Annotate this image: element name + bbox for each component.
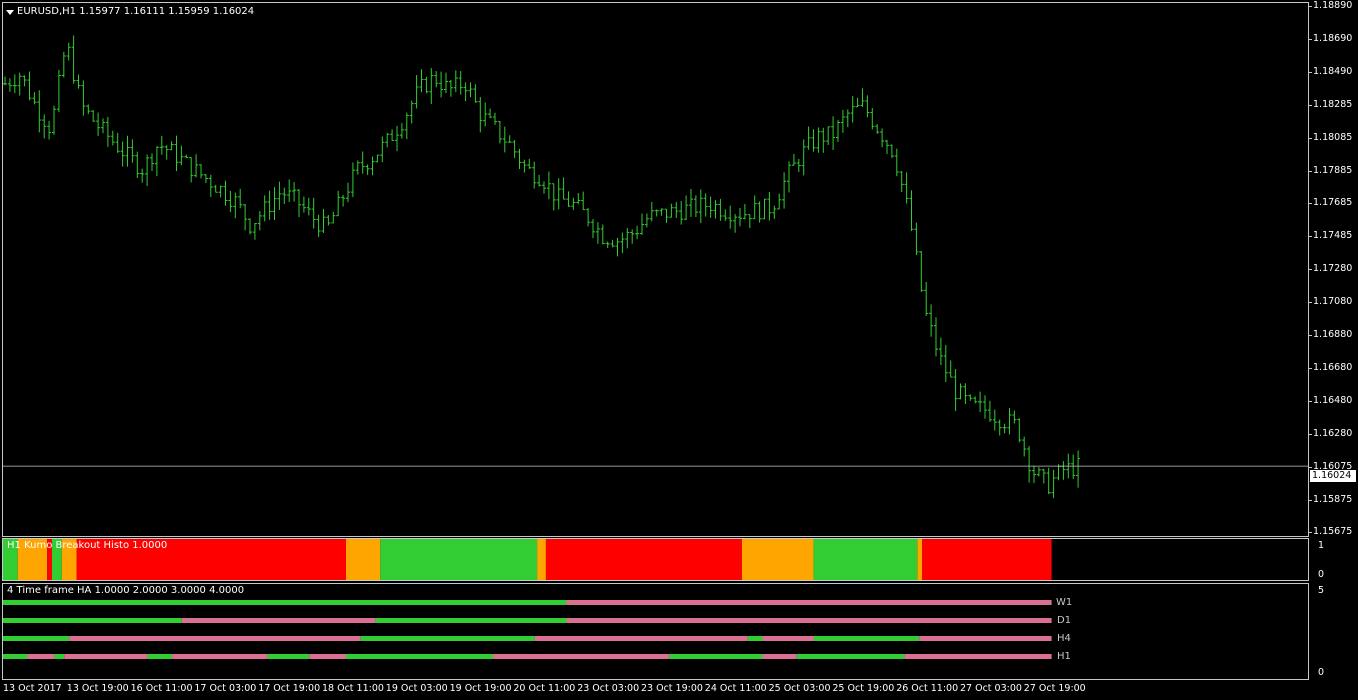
- tf-row-label-h4: H4: [1057, 633, 1071, 644]
- price-tick-label: 1.16480: [1308, 394, 1353, 406]
- histo-segment: [545, 539, 742, 580]
- price-tick-label: 1.18890: [1308, 0, 1353, 11]
- tf-row-label-h1: H1: [1057, 651, 1071, 662]
- histo-segment: [380, 539, 538, 580]
- histo-scale-bottom: 0: [1318, 569, 1325, 580]
- time-tick-label: 27 Oct 03:00: [960, 683, 1022, 694]
- tf-segment-h1: [762, 654, 797, 659]
- time-tick-label: 24 Oct 11:00: [704, 683, 767, 694]
- price-tick-label: 1.17280: [1308, 263, 1353, 275]
- tf-segment-h4: [813, 636, 920, 641]
- time-tick-label: 27 Oct 19:00: [1023, 683, 1086, 694]
- tf-segment-h1: [172, 654, 268, 659]
- price-tick-label: 1.17685: [1308, 197, 1353, 209]
- price-tick-label: 1.16280: [1308, 427, 1353, 439]
- timeframe-ha-pane[interactable]: 4 Time frame HA 1.0000 2.0000 3.0000 4.0…: [2, 583, 1309, 680]
- price-tick-label: 1.17885: [1308, 164, 1353, 176]
- time-tick-label: 17 Oct 03:00: [194, 683, 257, 694]
- time-tick-label: 19 Oct 03:00: [385, 683, 448, 694]
- timeframe-rows: [3, 600, 1052, 659]
- tf-scale-top: 5: [1318, 585, 1325, 596]
- histo-segment: [741, 539, 814, 580]
- time-tick-label: 16 Oct 11:00: [130, 683, 193, 694]
- current-price-marker: 1.16024: [1310, 470, 1356, 482]
- histo-segment: [917, 539, 923, 580]
- time-tick-label: 20 Oct 11:00: [513, 683, 576, 694]
- time-tick-label: 13 Oct 2017: [3, 683, 62, 694]
- histo-bars: [3, 539, 1052, 580]
- tf-segment-h4: [919, 636, 1052, 641]
- histo-scale-top: 1: [1318, 540, 1325, 551]
- histo-segment: [813, 539, 918, 580]
- tf-segment-h1: [493, 654, 670, 659]
- tf-segment-h1: [309, 654, 346, 659]
- tf-segment-h1: [346, 654, 493, 659]
- tf-segment-d1: [375, 618, 567, 623]
- tf-scale-bottom: 0: [1318, 667, 1325, 678]
- tf-segment-h1: [669, 654, 763, 659]
- time-tick-label: 19 Oct 19:00: [449, 683, 512, 694]
- price-tick-label: 1.18285: [1308, 98, 1353, 110]
- time-tick-label: 25 Oct 03:00: [768, 683, 831, 694]
- time-tick-label: 13 Oct 19:00: [66, 683, 129, 694]
- tf-segment-h4: [3, 636, 70, 641]
- price-tick-label: 1.18085: [1308, 131, 1353, 143]
- price-bars: [3, 35, 1308, 499]
- histo-label: H1 Kumo Breakout Histo 1.0000: [7, 540, 168, 551]
- tf-segment-d1: [3, 618, 182, 623]
- tf-segment-h4: [69, 636, 361, 641]
- price-tick-label: 1.17485: [1308, 230, 1353, 242]
- tf-row-label-d1: D1: [1057, 615, 1072, 626]
- tf-segment-h4: [360, 636, 535, 641]
- tf-segment-h1: [267, 654, 310, 659]
- price-tick-label: 1.18690: [1308, 32, 1353, 44]
- price-tick-label: 1.15875: [1308, 493, 1353, 505]
- tf-segment-h1: [904, 654, 1052, 659]
- histo-segment: [922, 539, 1052, 580]
- tf-segment-h1: [147, 654, 173, 659]
- chart-menu-arrow-icon[interactable]: [6, 10, 14, 15]
- tf-segment-h1: [3, 654, 28, 659]
- tf-row-label-w1: W1: [1056, 597, 1073, 608]
- tf-label: 4 Time frame HA 1.0000 2.0000 3.0000 4.0…: [7, 585, 245, 596]
- histo-segment: [346, 539, 381, 580]
- price-tick-label: 1.16880: [1308, 329, 1353, 340]
- kumo-breakout-histo-pane[interactable]: H1 Kumo Breakout Histo 1.0000: [2, 538, 1309, 581]
- time-axis[interactable]: 13 Oct 2017 13 Oct 19:00 16 Oct 11:00 17 Oc…: [0, 681, 1309, 700]
- tf-segment-w1: [3, 600, 567, 605]
- price-tick-label: 1.16680: [1308, 361, 1353, 373]
- price-chart-pane[interactable]: EURUSD,H1 1.15977 1.16111 1.15959 1.1602…: [2, 2, 1309, 537]
- tf-segment-d1: [181, 618, 376, 623]
- tf-segment-h1: [27, 654, 55, 659]
- tf-segment-d1: [566, 618, 1052, 623]
- tf-segment-h4: [762, 636, 814, 641]
- tf-segment-w1: [566, 600, 1052, 605]
- time-tick-label: 23 Oct 19:00: [641, 683, 703, 694]
- tf-segment-h1: [64, 654, 148, 659]
- time-tick-label: 26 Oct 11:00: [896, 683, 959, 694]
- price-tick-label: 1.18490: [1308, 65, 1353, 77]
- price-tick-label: 1.17080: [1308, 296, 1353, 308]
- tf-segment-h1: [796, 654, 905, 659]
- time-tick-label: 18 Oct 11:00: [322, 683, 384, 694]
- price-axis[interactable]: 1.18890 1.18690 1.18490 1.18285 1.18085 1.178…: [1308, 0, 1358, 700]
- time-tick-label: 23 Oct 03:00: [577, 683, 640, 694]
- tf-segment-h4: [747, 636, 763, 641]
- time-tick-label: 25 Oct 19:00: [832, 683, 895, 694]
- tf-segment-h1: [54, 654, 65, 659]
- time-tick-label: 17 Oct 19:00: [258, 683, 321, 694]
- price-tick-label: 1.15675: [1308, 526, 1353, 538]
- tf-segment-h4: [534, 636, 748, 641]
- chart-title: EURUSD,H1 1.15977 1.16111 1.15959 1.1602…: [17, 6, 255, 17]
- histo-segment: [537, 539, 546, 580]
